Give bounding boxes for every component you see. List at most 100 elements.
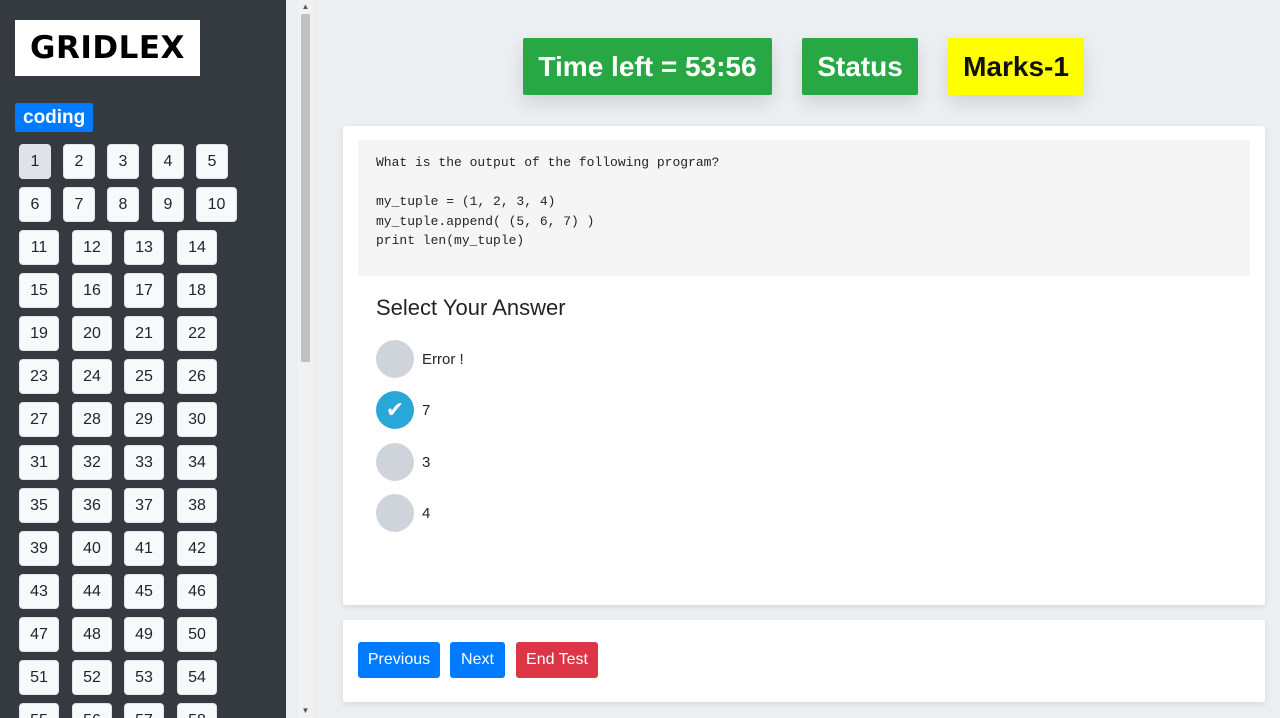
- question-row: 51 52 53 54: [19, 660, 281, 703]
- radio-button[interactable]: [376, 340, 414, 378]
- answer-option[interactable]: Error !: [376, 340, 464, 378]
- question-number-button[interactable]: 10: [196, 187, 237, 222]
- scroll-thumb[interactable]: [301, 14, 310, 362]
- check-icon: ✔: [385, 397, 405, 422]
- select-answer-title: Select Your Answer: [376, 295, 566, 320]
- time-left-badge: Time left = 53:56: [523, 38, 772, 95]
- question-number-button[interactable]: 48: [72, 617, 112, 652]
- question-row: 6 7 8 9 10: [19, 187, 281, 230]
- answer-option-label: 3: [422, 453, 431, 471]
- gridlex-logo: GRIDLEX: [15, 20, 200, 76]
- question-row: 55 56 57 58: [19, 703, 281, 718]
- question-number-button[interactable]: 34: [177, 445, 217, 480]
- next-button[interactable]: Next: [450, 642, 505, 678]
- question-grid: 1 2 3 4 5 6 7 8 9 10 11 12 13 14 15 16 17 18 19 20 21 22 23 24 2…: [19, 144, 281, 718]
- question-number-button[interactable]: 18: [177, 273, 217, 308]
- question-number-button[interactable]: 27: [19, 402, 59, 437]
- previous-button[interactable]: Previous: [358, 642, 440, 678]
- end-test-button[interactable]: End Test: [516, 642, 598, 678]
- question-number-button[interactable]: 29: [124, 402, 164, 437]
- question-number-button[interactable]: 56: [72, 703, 112, 718]
- question-number-button[interactable]: 36: [72, 488, 112, 523]
- question-number-button[interactable]: 49: [124, 617, 164, 652]
- question-sidebar: GRIDLEX coding 1 2 3 4 5 6 7 8 9 10 11 12 13 14 15 16 17…: [0, 0, 286, 718]
- radio-button-checked[interactable]: ✔: [376, 391, 414, 429]
- question-number-button[interactable]: 7: [63, 187, 95, 222]
- question-number-button[interactable]: 23: [19, 359, 59, 394]
- question-number-button[interactable]: 15: [19, 273, 59, 308]
- question-row: 12345: [19, 144, 281, 187]
- question-number-button[interactable]: 37: [124, 488, 164, 523]
- question-number-button[interactable]: 1: [19, 144, 51, 179]
- question-number-button[interactable]: 20: [72, 316, 112, 351]
- navigation-card: Previous Next End Test: [343, 620, 1265, 702]
- question-number-button[interactable]: 11: [19, 230, 59, 265]
- question-number-button[interactable]: 57: [124, 703, 164, 718]
- question-number-button[interactable]: 42: [177, 531, 217, 566]
- answer-option-label: 7: [422, 401, 431, 419]
- marks-badge: Marks-1: [948, 38, 1084, 95]
- question-number-button[interactable]: 32: [72, 445, 112, 480]
- section-badge[interactable]: coding: [15, 103, 94, 132]
- radio-button[interactable]: [376, 443, 414, 481]
- question-number-button[interactable]: 47: [19, 617, 59, 652]
- question-row: 19 20 21 22: [19, 316, 281, 359]
- scrollbar[interactable]: ▲ ▼: [298, 0, 313, 718]
- question-number-button[interactable]: 12: [72, 230, 112, 265]
- answer-option-label: 4: [422, 504, 431, 522]
- question-number-button[interactable]: 16: [72, 273, 112, 308]
- scroll-down-arrow-icon[interactable]: ▼: [298, 706, 313, 716]
- question-number-button[interactable]: 14: [177, 230, 217, 265]
- question-number-button[interactable]: 8: [107, 187, 139, 222]
- question-row: 31 32 33 34: [19, 445, 281, 488]
- question-number-button[interactable]: 41: [124, 531, 164, 566]
- answer-option[interactable]: 4: [376, 494, 430, 532]
- question-number-button[interactable]: 3: [107, 144, 139, 179]
- radio-button[interactable]: [376, 494, 414, 532]
- question-number-button[interactable]: 35: [19, 488, 59, 523]
- question-number-button[interactable]: 2: [63, 144, 95, 179]
- question-row: 11 12 13 14: [19, 230, 281, 273]
- question-number-button[interactable]: 43: [19, 574, 59, 609]
- question-number-button[interactable]: 17: [124, 273, 164, 308]
- status-button[interactable]: Status: [802, 38, 918, 95]
- question-row: 15 16 17 18: [19, 273, 281, 316]
- question-number-button[interactable]: 50: [177, 617, 217, 652]
- answer-option[interactable]: ✔ 7: [376, 391, 430, 429]
- question-number-button[interactable]: 4: [152, 144, 184, 179]
- question-number-button[interactable]: 28: [72, 402, 112, 437]
- question-number-button[interactable]: 9: [152, 187, 184, 222]
- question-number-button[interactable]: 39: [19, 531, 59, 566]
- question-number-button[interactable]: 38: [177, 488, 217, 523]
- question-number-button[interactable]: 25: [124, 359, 164, 394]
- question-row: 39 40 41 42: [19, 531, 281, 574]
- question-number-button[interactable]: 22: [177, 316, 217, 351]
- question-number-button[interactable]: 13: [124, 230, 164, 265]
- question-number-button[interactable]: 55: [19, 703, 59, 718]
- question-number-button[interactable]: 19: [19, 316, 59, 351]
- question-number-button[interactable]: 5: [196, 144, 228, 179]
- question-number-button[interactable]: 58: [177, 703, 217, 718]
- question-card: What is the output of the following prog…: [343, 126, 1265, 605]
- question-number-button[interactable]: 46: [177, 574, 217, 609]
- question-code-block: What is the output of the following prog…: [358, 140, 1250, 276]
- question-number-button[interactable]: 53: [124, 660, 164, 695]
- question-row: 43 44 45 46: [19, 574, 281, 617]
- question-number-button[interactable]: 45: [124, 574, 164, 609]
- question-number-button[interactable]: 6: [19, 187, 51, 222]
- question-number-button[interactable]: 40: [72, 531, 112, 566]
- answer-option-label: Error !: [422, 350, 464, 368]
- question-number-button[interactable]: 24: [72, 359, 112, 394]
- question-number-button[interactable]: 30: [177, 402, 217, 437]
- question-row: 35 36 37 38: [19, 488, 281, 531]
- question-number-button[interactable]: 21: [124, 316, 164, 351]
- question-number-button[interactable]: 54: [177, 660, 217, 695]
- question-number-button[interactable]: 33: [124, 445, 164, 480]
- question-number-button[interactable]: 26: [177, 359, 217, 394]
- question-number-button[interactable]: 52: [72, 660, 112, 695]
- question-number-button[interactable]: 31: [19, 445, 59, 480]
- answer-option[interactable]: 3: [376, 443, 430, 481]
- question-number-button[interactable]: 51: [19, 660, 59, 695]
- scroll-up-arrow-icon[interactable]: ▲: [298, 2, 313, 12]
- question-number-button[interactable]: 44: [72, 574, 112, 609]
